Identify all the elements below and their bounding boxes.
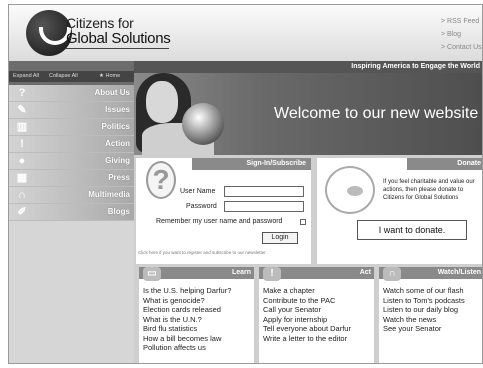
password-label: Password <box>186 203 217 210</box>
learn-link[interactable]: Is the U.S. helping Darfur? <box>143 286 231 296</box>
watch-panel: Watch/Listen ∩ Watch some of our flash L… <box>379 267 482 363</box>
remember-label: Remember my user name and password <box>156 218 283 225</box>
building-icon: ▦ <box>16 172 28 184</box>
globe-image <box>182 103 224 145</box>
rss-feed-link[interactable]: > RSS Feed <box>441 15 482 28</box>
username-input[interactable] <box>224 186 304 197</box>
logo-underline <box>66 48 169 49</box>
logo-line-2[interactable]: Global Solutions <box>66 30 171 47</box>
collapse-all-link[interactable]: Collapse All <box>49 73 78 79</box>
capitol-icon: ▥ <box>16 121 28 133</box>
watch-link[interactable]: See your Senator <box>383 324 465 334</box>
act-list: Make a chapter Contribute to the PAC Cal… <box>263 286 351 343</box>
pencil-icon: ✎ <box>17 104 27 116</box>
signin-title: Sign-In/Subscribe <box>192 158 311 170</box>
watch-link[interactable]: Listen to our daily blog <box>383 305 465 315</box>
welcome-banner: Welcome to our new website <box>134 73 482 155</box>
blog-link[interactable]: > Blog <box>441 28 482 41</box>
question-mark-icon: ? <box>146 161 176 199</box>
register-link[interactable]: Click here if you want to register and s… <box>138 250 267 255</box>
learn-link[interactable]: How a bill becomes law <box>143 334 231 344</box>
blog-pen-icon: ✐ <box>17 206 27 218</box>
top-links: > RSS Feed > Blog > Contact Us <box>441 15 482 54</box>
act-link[interactable]: Apply for internship <box>263 315 351 325</box>
hand-coin-icon: ● <box>18 155 26 167</box>
learn-link[interactable]: Pollution affects us <box>143 343 231 353</box>
nav-multimedia[interactable]: ∩ Multimedia <box>9 187 134 204</box>
site-header: Citizens for Global Solutions > RSS Feed… <box>9 5 482 61</box>
woman-face <box>146 81 178 123</box>
nav-blogs[interactable]: ✐ Blogs <box>9 204 134 221</box>
expand-all-link[interactable]: Expand All <box>13 73 39 79</box>
donate-button[interactable]: I want to donate. <box>357 220 467 240</box>
welcome-heading: Welcome to our new website <box>274 105 479 122</box>
watch-list: Watch some of our flash Listen to Tom's … <box>383 286 465 334</box>
headphones-icon: ∩ <box>383 267 401 281</box>
exclamation-icon: ! <box>20 138 24 150</box>
password-input[interactable] <box>224 201 304 212</box>
learn-link[interactable]: What is the U.N.? <box>143 315 231 325</box>
learn-link[interactable]: Bird flu statistics <box>143 324 231 334</box>
nav-about-us[interactable]: ? About Us <box>9 85 134 102</box>
remember-checkbox[interactable] <box>300 219 306 225</box>
headphones-icon: ∩ <box>18 189 26 201</box>
nav-politics[interactable]: ▥ Politics <box>9 119 134 136</box>
sidebar-fill <box>9 221 134 363</box>
donate-title: Donate <box>407 158 482 170</box>
learn-list: Is the U.S. helping Darfur? What is geno… <box>143 286 231 353</box>
sidebar-nav: ? About Us ✎ Issues ▥ Politics ! Action ● Giv… <box>9 85 134 221</box>
watch-link[interactable]: Listen to Tom's podcasts <box>383 296 465 306</box>
learn-link[interactable]: Election cards released <box>143 305 231 315</box>
book-icon: ▭ <box>143 267 161 281</box>
tagline: Inspiring America to Engage the World <box>351 63 480 70</box>
act-link[interactable]: Make a chapter <box>263 286 351 296</box>
exclamation-icon: ! <box>263 267 281 281</box>
login-button[interactable]: Login <box>262 232 298 244</box>
donate-text: If you feel charitable and value our act… <box>383 179 475 201</box>
learn-link[interactable]: What is genocide? <box>143 296 231 306</box>
act-panel: Act ! Make a chapter Contribute to the P… <box>259 267 374 363</box>
browser-page: Citizens for Global Solutions > RSS Feed… <box>8 4 483 364</box>
nav-controls: Expand All Collapse All ★ Home <box>9 71 134 82</box>
watch-link[interactable]: Watch the news <box>383 315 465 325</box>
act-link[interactable]: Contribute to the PAC <box>263 296 351 306</box>
watch-link[interactable]: Watch some of our flash <box>383 286 465 296</box>
act-link[interactable]: Call your Senator <box>263 305 351 315</box>
act-link[interactable]: Write a letter to the editor <box>263 334 351 344</box>
logo-line-1[interactable]: Citizens for <box>66 15 134 31</box>
home-link[interactable]: ★ Home <box>99 73 120 79</box>
username-label: User Name <box>180 188 216 195</box>
nav-giving[interactable]: ● Giving <box>9 153 134 170</box>
contact-us-link[interactable]: > Contact Us <box>441 41 482 54</box>
question-icon: ? <box>18 87 26 99</box>
act-link[interactable]: Tell everyone about Darfur <box>263 324 351 334</box>
donate-panel: Donate If you feel charitable and value … <box>317 158 482 264</box>
nav-press[interactable]: ▦ Press <box>9 170 134 187</box>
coins-icon <box>347 186 363 196</box>
nav-issues[interactable]: ✎ Issues <box>9 102 134 119</box>
signin-panel: Sign-In/Subscribe ? User Name Password R… <box>136 158 311 264</box>
learn-panel: Learn ▭ Is the U.S. helping Darfur? What… <box>139 267 254 363</box>
nav-action[interactable]: ! Action <box>9 136 134 153</box>
